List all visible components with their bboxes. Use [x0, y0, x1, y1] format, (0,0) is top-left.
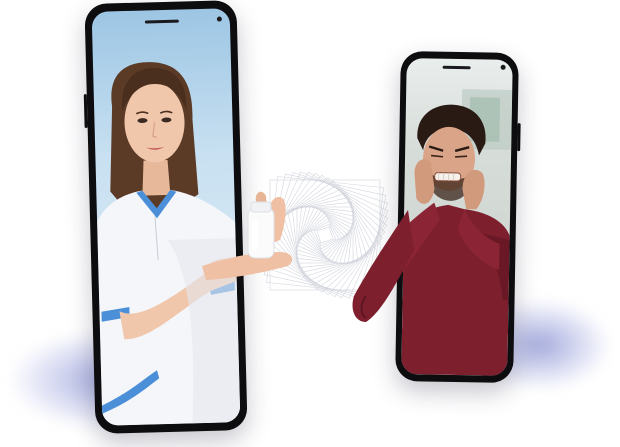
spiral-square [305, 215, 345, 255]
hand-with-pill-bottle [202, 191, 293, 280]
spiral-square [316, 226, 334, 244]
spiral-square [313, 223, 337, 247]
spiral-square [300, 210, 350, 260]
right-phone-speaker [442, 65, 471, 70]
hero-illustration [0, 0, 620, 447]
left-phone-camera [216, 16, 222, 22]
man-arm-outside-phone [352, 210, 414, 322]
spiral-square [302, 212, 348, 258]
right-phone-side-button [517, 123, 521, 152]
right-phone-camera [500, 64, 506, 70]
left-phone-side-button [83, 94, 88, 129]
